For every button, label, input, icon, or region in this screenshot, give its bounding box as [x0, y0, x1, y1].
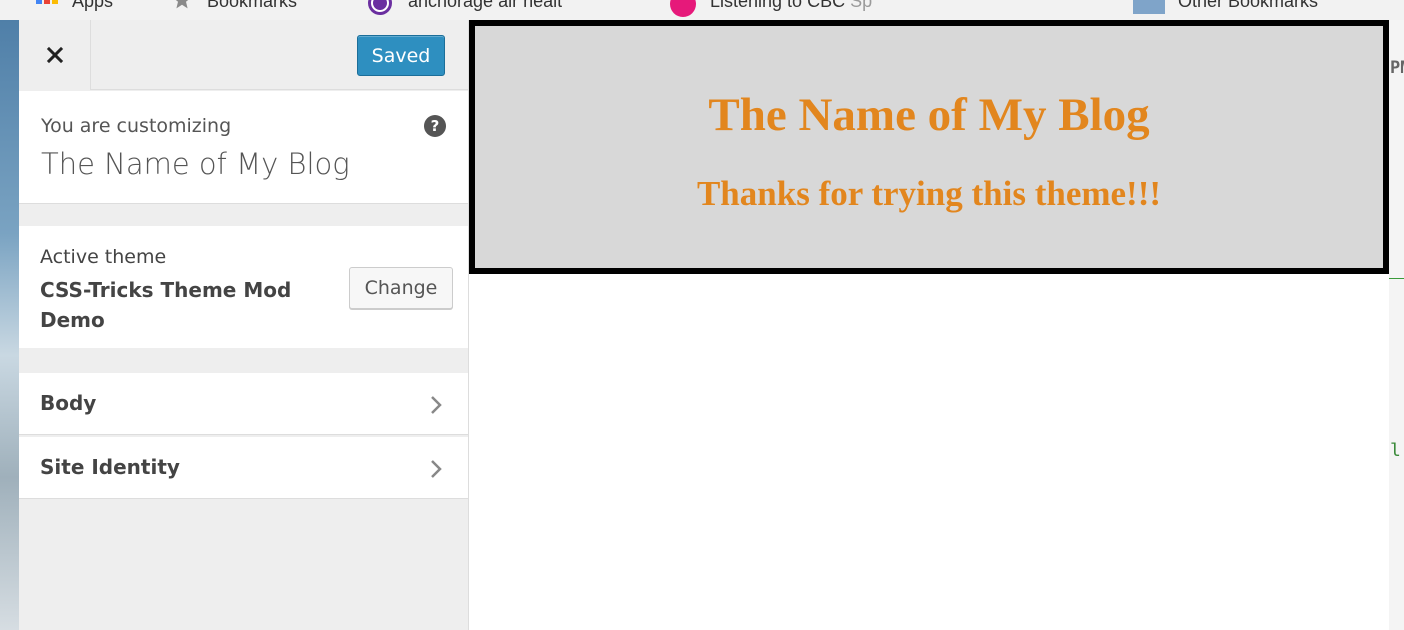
help-icon[interactable]: ?: [424, 115, 446, 137]
bookmarks-bar: Apps Bookmarks anchorage air healt Liste…: [0, 0, 1404, 20]
customizing-site-title: The Name of My Blog: [41, 147, 350, 181]
background-code-fragment: l: [1390, 440, 1401, 461]
preview-blog-title[interactable]: The Name of My Blog: [475, 88, 1383, 142]
section-body[interactable]: Body: [19, 373, 468, 435]
customizing-label: You are customizing: [41, 115, 232, 137]
bookmark-apps[interactable]: Apps: [72, 0, 113, 12]
customizer-header: Saved: [19, 20, 468, 90]
chevron-right-icon: [431, 460, 442, 478]
preview-site-header: The Name of My Blog Thanks for trying th…: [469, 20, 1389, 274]
change-theme-button[interactable]: Change: [349, 267, 453, 309]
close-button[interactable]: [19, 20, 91, 90]
cbc-icon: [669, 0, 697, 20]
section-label: Site Identity: [40, 455, 180, 479]
peace-icon: [367, 0, 393, 20]
background-window-edge: PM l: [1389, 20, 1404, 630]
bookmark-other[interactable]: Other Bookmarks: [1178, 0, 1318, 12]
background-text-fragment: PM: [1390, 58, 1404, 78]
bookmark-cbc[interactable]: Listening to CBC Sp: [710, 0, 872, 12]
section-label: Body: [40, 391, 97, 415]
desktop-backdrop-left: [0, 20, 19, 630]
preview-tagline: Thanks for trying this theme!!!: [696, 174, 1162, 213]
active-theme-panel: Active theme CSS-Tricks Theme Mod Demo C…: [19, 226, 468, 348]
active-theme-label: Active theme: [40, 246, 167, 268]
customizer-sidebar: Saved You are customizing The Name of My…: [19, 20, 469, 630]
apps-grid-icon[interactable]: [36, 0, 58, 17]
bookmark-bookmarks[interactable]: Bookmarks: [207, 0, 297, 12]
customizer-info: You are customizing The Name of My Blog …: [19, 91, 468, 204]
chevron-right-icon: [431, 396, 442, 414]
close-icon: [46, 46, 63, 64]
star-icon: [172, 0, 192, 15]
section-site-identity[interactable]: Site Identity: [19, 437, 468, 499]
background-line: [1389, 278, 1404, 279]
save-button[interactable]: Saved: [357, 35, 445, 76]
site-preview[interactable]: The Name of My Blog Thanks for trying th…: [469, 20, 1389, 630]
bookmark-anchorage[interactable]: anchorage air healt: [408, 0, 562, 12]
theme-name: CSS-Tricks Theme Mod Demo: [40, 278, 292, 332]
folder-icon: [1133, 0, 1165, 19]
